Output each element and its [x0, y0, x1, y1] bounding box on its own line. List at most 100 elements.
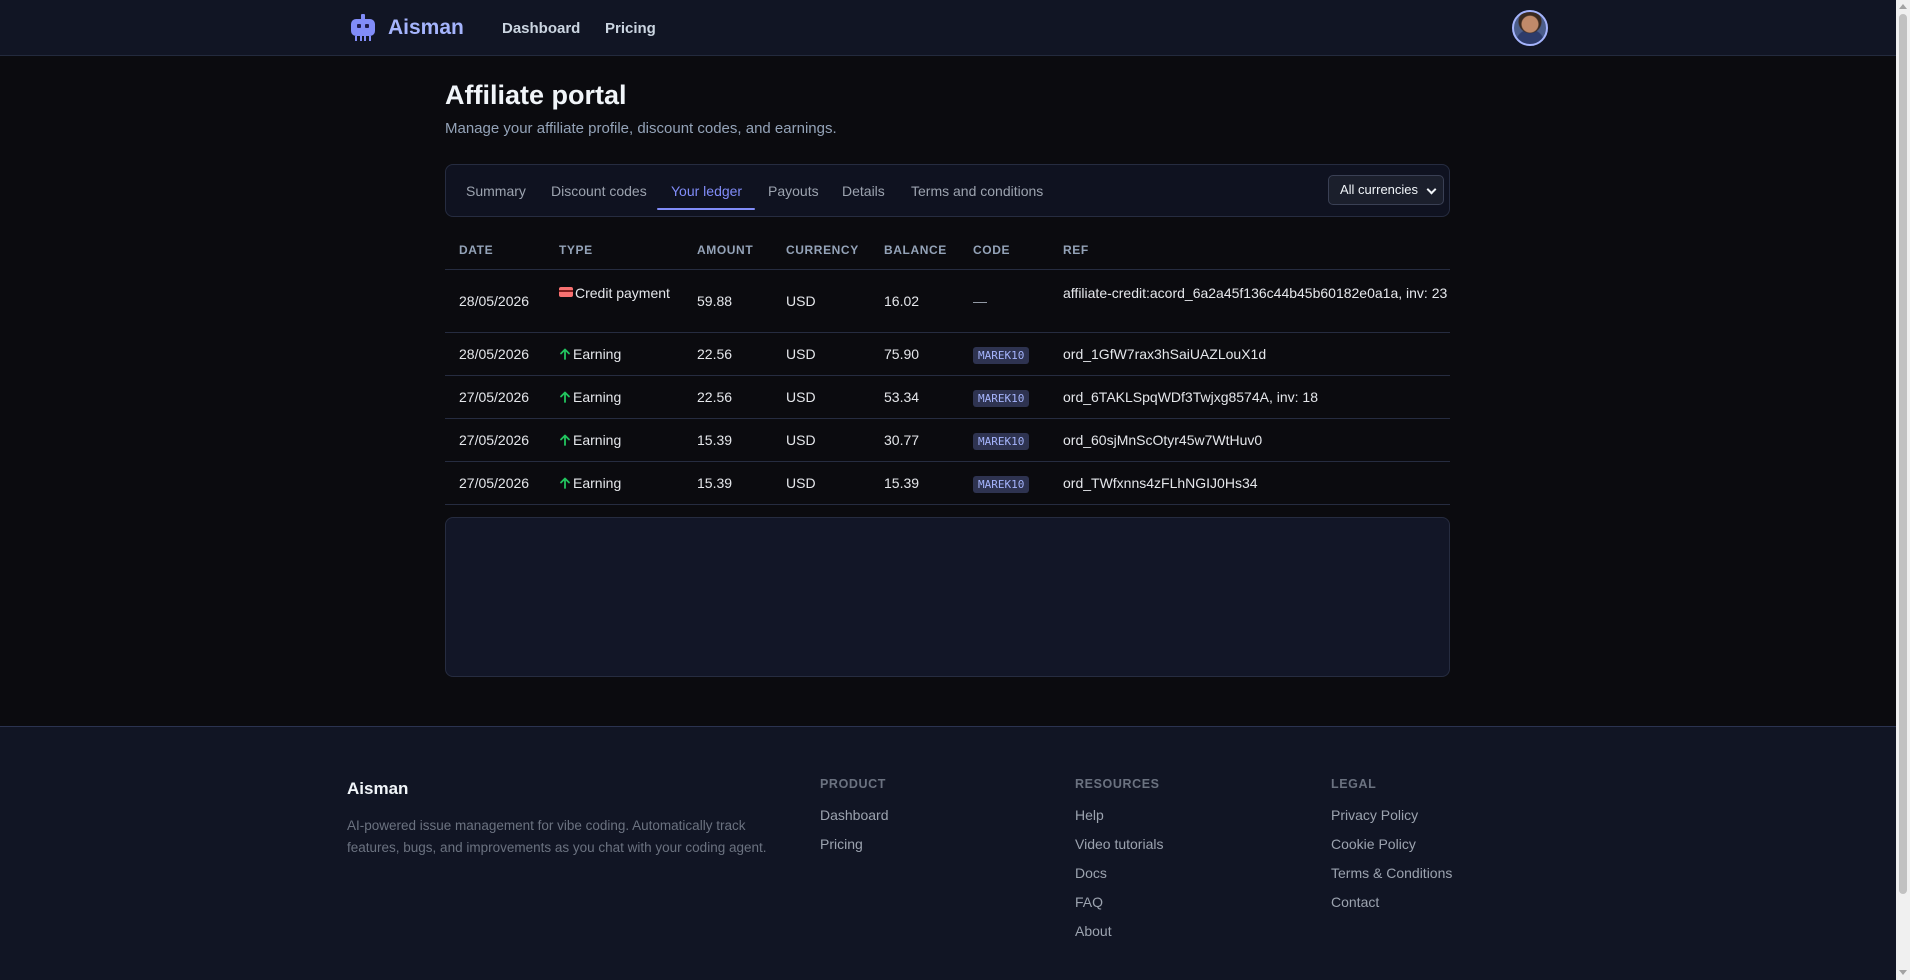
footer-link-privacy-policy[interactable]: Privacy Policy [1331, 805, 1452, 834]
brand-name: Aisman [388, 16, 464, 39]
column-header-date: DATE [459, 243, 494, 257]
cell-currency: USD [786, 389, 816, 405]
footer-link-contact[interactable]: Contact [1331, 892, 1452, 921]
footer-column-resources: RESOURCES Help Video tutorials Docs FAQ … [1075, 777, 1163, 950]
tab-summary[interactable]: Summary [466, 183, 526, 199]
footer-link-pricing[interactable]: Pricing [820, 834, 889, 863]
cell-balance: 15.39 [884, 475, 920, 491]
footer-link-video-tutorials[interactable]: Video tutorials [1075, 834, 1163, 863]
scroll-down-arrow-icon[interactable] [1899, 970, 1907, 975]
footer-brand: Aisman [347, 779, 409, 798]
cell-amount: 22.56 [697, 346, 733, 362]
cell-balance: 30.77 [884, 432, 920, 448]
top-navbar: Aisman Dashboard Pricing [0, 0, 1896, 56]
scroll-up-arrow-icon[interactable] [1899, 4, 1907, 9]
cell-ref: ord_6TAKLSpqWDf3Twjxg8574A, inv: 18 [1063, 389, 1318, 405]
column-header-ref: REF [1063, 243, 1089, 257]
footer-link-dashboard[interactable]: Dashboard [820, 805, 889, 834]
footer-link-about[interactable]: About [1075, 921, 1163, 950]
tab-terms-and-conditions[interactable]: Terms and conditions [911, 183, 1043, 199]
cell-currency: USD [786, 293, 816, 309]
tabs-bar: Summary Discount codes Your ledger Payou… [445, 164, 1450, 217]
column-header-type: TYPE [559, 243, 593, 257]
tab-details[interactable]: Details [842, 183, 885, 199]
cell-type: Earning [559, 389, 621, 405]
column-header-amount: AMOUNT [697, 243, 754, 257]
chevron-down-icon [1426, 184, 1437, 195]
nav-link-dashboard[interactable]: Dashboard [502, 20, 580, 37]
cell-type: Credit payment [559, 283, 679, 304]
column-header-currency: CURRENCY [786, 243, 859, 257]
cell-type: Earning [559, 346, 621, 362]
cell-balance: 75.90 [884, 346, 920, 362]
footer-link-help[interactable]: Help [1075, 805, 1163, 834]
footer-heading-product: PRODUCT [820, 777, 887, 791]
cell-balance: 53.34 [884, 389, 920, 405]
code-badge: MAREK10 [973, 433, 1030, 450]
cell-date: 27/05/2026 [459, 389, 530, 405]
arrow-up-icon [559, 391, 571, 403]
page-scrollbar[interactable] [1896, 0, 1910, 980]
ledger-table: DATE TYPE AMOUNT CURRENCY BALANCE CODE R… [445, 236, 1450, 505]
cell-code: MAREK10 [973, 432, 1030, 450]
table-row: 27/05/2026 Earning 15.39 USD 15.39 MAREK… [445, 462, 1450, 505]
page-title: Affiliate portal [445, 80, 627, 110]
footer-link-docs[interactable]: Docs [1075, 863, 1163, 892]
cell-amount: 22.56 [697, 389, 733, 405]
cell-ref: affiliate-credit:acord_6a2a45f136c44b45b… [1063, 285, 1448, 301]
table-header: DATE TYPE AMOUNT CURRENCY BALANCE CODE R… [445, 236, 1450, 270]
footer-column-legal: LEGAL Privacy Policy Cookie Policy Terms… [1331, 777, 1452, 921]
currency-select[interactable]: All currencies [1328, 175, 1444, 205]
type-label: Earning [573, 389, 622, 405]
cell-ref: ord_60sjMnScOtyr45w7WtHuv0 [1063, 432, 1263, 448]
arrow-up-icon [559, 434, 571, 446]
cell-date: 27/05/2026 [459, 432, 530, 448]
footer-description: AI-powered issue management for vibe cod… [347, 818, 767, 855]
active-tab-indicator [657, 208, 755, 210]
cell-date: 27/05/2026 [459, 475, 530, 491]
tab-discount-codes[interactable]: Discount codes [551, 183, 647, 199]
cell-code: MAREK10 [973, 346, 1030, 364]
cell-type: Earning [559, 475, 621, 491]
brand[interactable]: Aisman [348, 13, 464, 43]
footer-link-cookie-policy[interactable]: Cookie Policy [1331, 834, 1452, 863]
table-row: 27/05/2026 Earning 22.56 USD 53.34 MAREK… [445, 376, 1450, 419]
table-row: 28/05/2026 Credit payment 59.88 USD 16.0… [445, 270, 1450, 333]
footer-link-terms-conditions[interactable]: Terms & Conditions [1331, 863, 1452, 892]
cell-code: MAREK10 [973, 389, 1030, 407]
cell-currency: USD [786, 432, 816, 448]
cell-amount: 15.39 [697, 475, 733, 491]
scrollbar-thumb[interactable] [1899, 14, 1907, 894]
footer: Aisman AI-powered issue management for v… [0, 726, 1896, 980]
cell-amount: 59.88 [697, 293, 733, 309]
type-label: Earning [573, 475, 622, 491]
cell-type: Earning [559, 432, 621, 448]
column-header-code: CODE [973, 243, 1011, 257]
user-avatar[interactable] [1512, 10, 1548, 46]
empty-panel [445, 517, 1450, 677]
tab-payouts[interactable]: Payouts [768, 183, 819, 199]
table-row: 27/05/2026 Earning 15.39 USD 30.77 MAREK… [445, 419, 1450, 462]
page-subtitle: Manage your affiliate profile, discount … [445, 120, 837, 137]
cell-ref: ord_TWfxnns4zFLhNGIJ0Hs34 [1063, 475, 1258, 491]
arrow-up-icon [559, 348, 571, 360]
cell-currency: USD [786, 346, 816, 362]
credit-card-icon [559, 287, 573, 297]
cell-code: MAREK10 [973, 475, 1030, 493]
cell-ref: ord_1GfW7rax3hSaiUAZLouX1d [1063, 346, 1267, 362]
cell-amount: 15.39 [697, 432, 733, 448]
type-label: Credit payment [575, 285, 670, 301]
robot-logo-icon [351, 14, 375, 41]
cell-balance: 16.02 [884, 293, 920, 309]
table-row: 28/05/2026 Earning 22.56 USD 75.90 MAREK… [445, 333, 1450, 376]
footer-link-faq[interactable]: FAQ [1075, 892, 1163, 921]
arrow-up-icon [559, 477, 571, 489]
nav-link-pricing[interactable]: Pricing [605, 20, 656, 37]
cell-currency: USD [786, 475, 816, 491]
code-badge: MAREK10 [973, 347, 1030, 364]
footer-column-product: PRODUCT Dashboard Pricing [820, 777, 889, 863]
footer-heading-resources: RESOURCES [1075, 777, 1160, 791]
tab-your-ledger[interactable]: Your ledger [671, 183, 742, 199]
column-header-balance: BALANCE [884, 243, 947, 257]
footer-heading-legal: LEGAL [1331, 777, 1377, 791]
